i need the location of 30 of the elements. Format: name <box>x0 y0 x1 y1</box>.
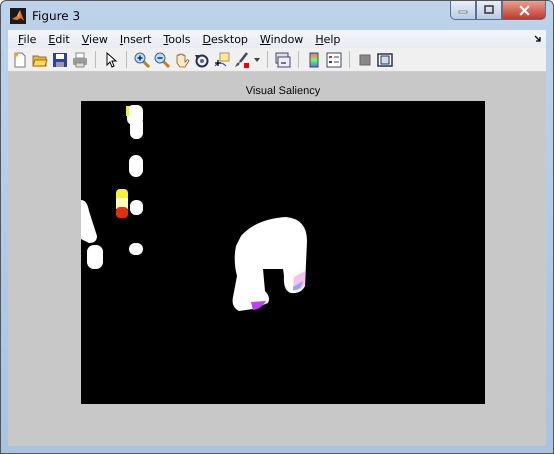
hand-icon[interactable] <box>174 52 190 68</box>
legend-icon[interactable] <box>326 52 342 68</box>
menu-item[interactable]: Desktop <box>198 32 255 46</box>
dock-arrow-icon[interactable] <box>534 35 542 43</box>
maximize-button[interactable] <box>476 1 502 20</box>
window-title: Figure 3 <box>32 8 80 22</box>
menu-item[interactable]: Insert <box>114 32 158 46</box>
close-icon <box>518 4 530 16</box>
new-file-icon[interactable] <box>12 52 28 68</box>
menu-item[interactable]: Tools <box>158 32 198 46</box>
zoom-out-icon[interactable] <box>154 52 170 68</box>
brush-icon[interactable] <box>234 52 250 68</box>
close-button[interactable] <box>502 1 546 20</box>
minimize-button[interactable] <box>450 1 476 20</box>
menu-item[interactable]: File <box>13 32 44 46</box>
menu-item[interactable]: Help <box>310 32 348 46</box>
menu-item[interactable]: Window <box>254 32 310 46</box>
matlab-logo-icon <box>10 8 26 24</box>
axes-title: Visual Saliency <box>246 84 320 99</box>
show-plot-tools-icon[interactable] <box>377 52 393 68</box>
data-cursor-icon[interactable] <box>214 52 230 68</box>
menu-item[interactable]: View <box>76 32 115 46</box>
rotate-icon[interactable] <box>194 52 210 68</box>
caret-icon[interactable] <box>254 58 260 62</box>
maximize-icon <box>484 5 494 15</box>
link-plot-icon[interactable] <box>275 52 291 68</box>
save-icon[interactable] <box>52 52 68 68</box>
menu-item[interactable]: Edit <box>43 32 77 46</box>
hide-plot-tools-icon[interactable] <box>357 52 373 68</box>
zoom-in-icon[interactable] <box>134 52 150 68</box>
